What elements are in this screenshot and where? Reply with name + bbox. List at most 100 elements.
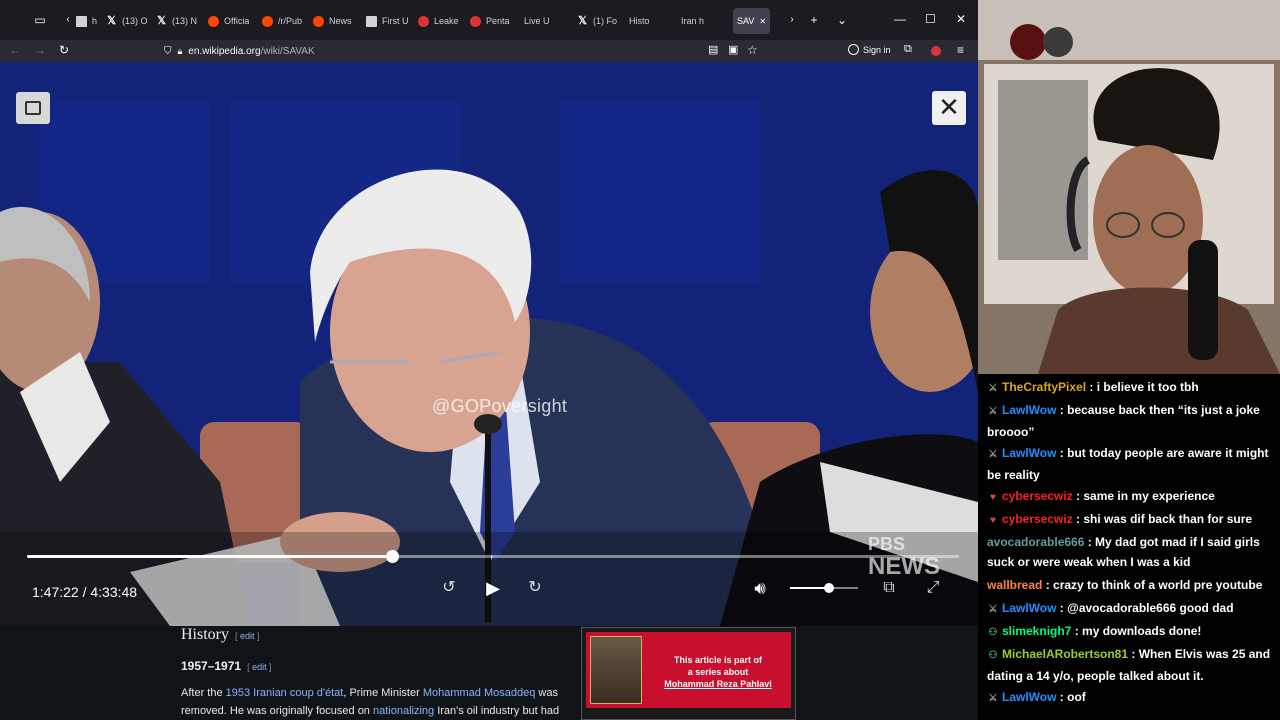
tab-label: (13) O bbox=[122, 16, 148, 26]
para-text: , Prime Minister bbox=[343, 687, 423, 699]
volume-icon[interactable]: 🔊︎ bbox=[749, 577, 771, 599]
new-tab-icon[interactable]: + bbox=[806, 12, 822, 28]
chat-text: : i believe it too tbh bbox=[1086, 380, 1199, 394]
lock-icon[interactable]: 🔒︎ bbox=[178, 46, 183, 57]
chat-username[interactable]: cybersecwiz bbox=[1002, 512, 1073, 526]
reddit-favicon-icon bbox=[262, 15, 273, 27]
forward-icon[interactable]: → bbox=[34, 43, 46, 57]
scroll-tabs-right-icon[interactable]: › bbox=[784, 12, 800, 28]
browser-tab[interactable]: Officia bbox=[208, 8, 249, 34]
infobox-series-link[interactable]: Mohammad Reza Pahlavi bbox=[648, 678, 788, 690]
back-icon[interactable]: ← bbox=[9, 43, 21, 57]
article-paragraph: After the 1953 Iranian coup d'état, Prim… bbox=[181, 684, 566, 720]
play-icon[interactable]: ▶ bbox=[482, 577, 504, 599]
close-overlay-button[interactable]: ✕ bbox=[932, 91, 966, 125]
browser-tab[interactable]: 𝕏 (1) Fo bbox=[577, 8, 617, 34]
seek-bar[interactable] bbox=[27, 550, 959, 563]
screenshot-icon[interactable]: ▣ bbox=[728, 43, 738, 56]
tab-bar: ▭ ‹ h 𝕏 (13) O 𝕏 (13) N Officia/r/Pub News Firs… bbox=[0, 0, 978, 40]
fullscreen-icon[interactable]: ⤢ bbox=[922, 577, 944, 599]
browser-tab[interactable]: WHisto bbox=[629, 8, 650, 34]
ublock-icon[interactable] bbox=[931, 46, 941, 56]
list-all-tabs-icon[interactable]: ⌄ bbox=[834, 12, 850, 28]
rewind-icon[interactable]: ↺ bbox=[438, 577, 460, 599]
section-title: History bbox=[181, 626, 229, 643]
browser-tab[interactable]: Penta bbox=[470, 8, 510, 34]
sign-in-button[interactable]: Sign in bbox=[848, 44, 891, 55]
mod-badge-icon: ⚔ bbox=[988, 604, 998, 615]
chat-username[interactable]: wallbread bbox=[987, 578, 1042, 592]
picture-in-picture-icon[interactable]: ⧉ bbox=[878, 577, 900, 599]
browser-tab[interactable]: 𝕏 (13) N bbox=[156, 8, 197, 34]
para-text: Iran's oil industry but had bbox=[434, 705, 560, 717]
series-infobox: This article is part of a series about M… bbox=[581, 627, 796, 720]
url-bar[interactable]: ⛉ 🔒︎ en.wikipedia.org/wiki/SAVAK bbox=[156, 41, 766, 61]
chat-text: : oof bbox=[1056, 690, 1086, 704]
doc-favicon-icon bbox=[366, 15, 377, 27]
browser-tab[interactable]: WSAV✕ bbox=[733, 8, 771, 34]
close-tab-icon[interactable]: ✕ bbox=[759, 17, 766, 26]
link-nationalizing[interactable]: nationalizing bbox=[373, 705, 434, 717]
chat-username[interactable]: LawlWow bbox=[1002, 601, 1056, 615]
browser-tab[interactable]: 𝕏 (13) O bbox=[106, 8, 148, 34]
chat-username[interactable]: avocadorable666 bbox=[987, 535, 1084, 549]
scroll-tabs-left-icon[interactable]: ‹ bbox=[60, 12, 76, 28]
fast-forward-icon[interactable]: ↻ bbox=[524, 577, 546, 599]
chat-username[interactable]: LawlWow bbox=[1002, 403, 1056, 417]
chat-username[interactable]: TheCraftyPixel bbox=[1002, 380, 1086, 394]
chat-text: : crazy to think of a world pre youtube bbox=[1042, 578, 1263, 592]
chat-message: wallbread : crazy to think of a world pr… bbox=[987, 575, 1277, 595]
link-mosaddeq[interactable]: Mohammad Mosaddeq bbox=[423, 687, 536, 699]
stream-chat: ⚔ TheCraftyPixel : i believe it too tbh ⚔ L… bbox=[978, 374, 1280, 720]
browser-tab[interactable]: First U bbox=[366, 8, 409, 34]
bookmark-star-icon[interactable]: ☆ bbox=[747, 43, 758, 57]
pahlavi-portrait bbox=[590, 636, 642, 704]
chat-message: avocadorable666 : My dad got mad if I sa… bbox=[987, 532, 1277, 572]
para-text: After the bbox=[181, 687, 226, 699]
reader-view-icon[interactable]: ▤ bbox=[708, 43, 718, 56]
tab-overview-icon[interactable]: ▭ bbox=[32, 12, 48, 28]
time-display: 1:47:22 / 4:33:48 bbox=[32, 584, 138, 600]
browser-tab[interactable]: News bbox=[313, 8, 352, 34]
minimize-icon[interactable]: — bbox=[894, 12, 906, 26]
tab-label: Leake bbox=[434, 16, 459, 26]
expand-image-button[interactable] bbox=[16, 92, 50, 124]
browser-tab[interactable]: Live U bbox=[524, 8, 550, 34]
chat-username[interactable]: LawlWow bbox=[1002, 446, 1056, 460]
chat-username[interactable]: slimeknigh7 bbox=[1002, 624, 1071, 638]
shield-icon[interactable]: ⛉ bbox=[164, 46, 172, 57]
tab-label: Histo bbox=[629, 16, 650, 26]
sign-in-label: Sign in bbox=[863, 44, 891, 55]
browser-tab[interactable]: h bbox=[76, 8, 97, 34]
close-window-icon[interactable]: ✕ bbox=[956, 12, 966, 26]
tab-label: SAV bbox=[737, 16, 755, 26]
seek-bar-played bbox=[27, 555, 393, 558]
heart-badge-icon: ♥ bbox=[990, 492, 996, 503]
chat-username[interactable]: MichaelARobertson81 bbox=[1002, 647, 1128, 661]
chat-username[interactable]: LawlWow bbox=[1002, 690, 1056, 704]
tab-label: News bbox=[329, 16, 352, 26]
edit-subsection-link[interactable]: edit bbox=[247, 662, 272, 672]
link-1953-coup[interactable]: 1953 Iranian coup d'état bbox=[226, 687, 344, 699]
chat-message: ⚇ MichaelARobertson81 : When Elvis was 25… bbox=[987, 644, 1277, 686]
mod-badge-icon: ⚔ bbox=[988, 693, 998, 704]
chat-message: ⚔ LawlWow : but today people are aware it… bbox=[987, 443, 1277, 485]
chat-message: ♥ cybersecwiz : shi was dif back than for… bbox=[987, 509, 1277, 531]
browser-tab[interactable]: Leake bbox=[418, 8, 459, 34]
extensions-icon[interactable]: ⧉ bbox=[904, 43, 912, 56]
browser-tab[interactable]: /r/Pub bbox=[262, 8, 302, 34]
video-player[interactable]: ✕ @GOPoversight PBS NEWS 1:47:22 / 4:33:… bbox=[0, 62, 978, 626]
tab-label: Live U bbox=[524, 16, 550, 26]
reload-icon[interactable]: ↻ bbox=[59, 43, 69, 57]
volume-slider[interactable] bbox=[790, 583, 858, 593]
chat-username[interactable]: cybersecwiz bbox=[1002, 489, 1073, 503]
tab-label: (1) Fo bbox=[593, 16, 618, 26]
edit-section-link[interactable]: edit bbox=[235, 631, 260, 641]
maximize-icon[interactable]: ☐ bbox=[925, 12, 936, 26]
subsection-heading: 1957–1971 edit bbox=[181, 659, 272, 673]
chat-text: : my downloads done! bbox=[1071, 624, 1202, 638]
menu-icon[interactable]: ≡ bbox=[957, 43, 964, 57]
browser-tab[interactable]: WIran h bbox=[681, 8, 704, 34]
chat-message: ⚔ TheCraftyPixel : i believe it too tbh bbox=[987, 377, 1277, 399]
tab-label: h bbox=[92, 16, 98, 26]
